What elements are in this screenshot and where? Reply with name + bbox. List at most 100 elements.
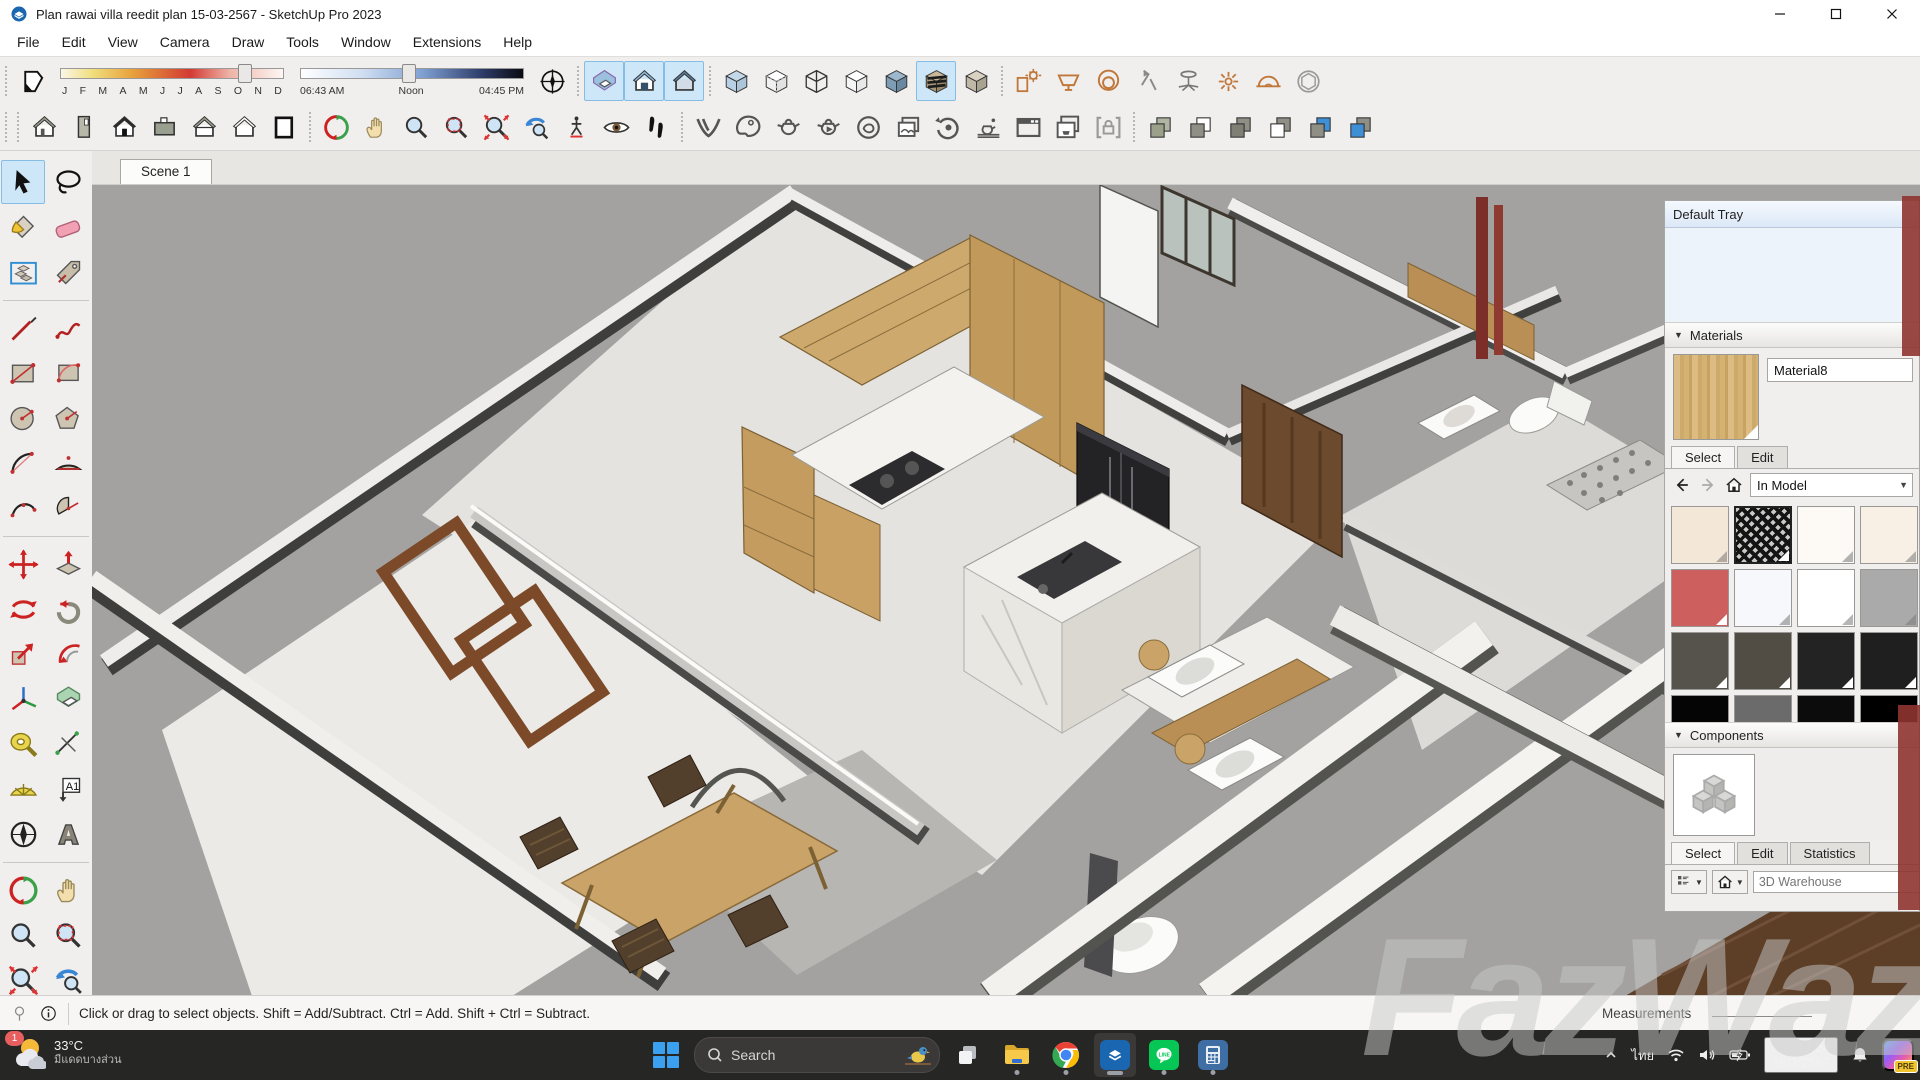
volume-icon[interactable] xyxy=(1698,1047,1716,1063)
rotated-rectangle-tool-button[interactable] xyxy=(46,351,90,395)
zoom-window-button[interactable] xyxy=(436,107,476,147)
language-switcher[interactable]: ไทย xyxy=(1631,1045,1654,1066)
lock-render-button[interactable] xyxy=(1088,107,1128,147)
style-shaded-button[interactable] xyxy=(876,61,916,101)
zoom-extents-button[interactable] xyxy=(476,107,516,147)
follow-me-tool-button[interactable] xyxy=(46,587,90,631)
components-tab-select[interactable]: Select xyxy=(1671,842,1735,864)
components-search-input[interactable] xyxy=(1753,871,1920,893)
freehand-tool-button[interactable] xyxy=(46,306,90,350)
measurements-input[interactable] xyxy=(1712,1016,1812,1017)
material-swatch-4[interactable] xyxy=(1860,506,1918,564)
toolbar-grip[interactable] xyxy=(681,112,683,142)
chevron-up-icon[interactable] xyxy=(1604,1048,1618,1062)
material-swatch-12[interactable] xyxy=(1860,632,1918,690)
material-swatch-5[interactable] xyxy=(1671,569,1729,627)
section-cuts-button[interactable] xyxy=(624,61,664,101)
tag-tool-button[interactable] xyxy=(46,250,90,294)
home-button[interactable] xyxy=(1723,474,1745,496)
view-right-button[interactable] xyxy=(144,107,184,147)
dimension-tool-button[interactable] xyxy=(46,722,90,766)
model-viewport[interactable] xyxy=(92,185,1920,996)
date-slider-handle[interactable] xyxy=(238,64,252,83)
render-button[interactable] xyxy=(768,107,808,147)
make-component-tool-button[interactable] xyxy=(1,250,45,294)
shadow-date-slider[interactable]: JFMAMJJASOND xyxy=(60,61,284,101)
toolbar-grip[interactable] xyxy=(17,112,19,142)
mesh-light-button[interactable] xyxy=(1288,61,1328,101)
shadow-settings-button[interactable] xyxy=(12,61,52,101)
toolbar-grip[interactable] xyxy=(1133,112,1135,142)
select-tool-button[interactable] xyxy=(1,160,45,204)
zoom-tool-button[interactable] xyxy=(1,913,45,957)
dome-light-button[interactable] xyxy=(1248,61,1288,101)
materials-tab-edit[interactable]: Edit xyxy=(1737,446,1787,468)
spot-light-button[interactable] xyxy=(1128,61,1168,101)
material-swatch-1[interactable] xyxy=(1671,506,1729,564)
style-monochrome-button[interactable] xyxy=(956,61,996,101)
maximize-button[interactable] xyxy=(1808,0,1864,28)
clock[interactable]: 17:24 16/3/2567 xyxy=(1764,1037,1838,1073)
menu-tools[interactable]: Tools xyxy=(275,31,330,53)
menu-file[interactable]: File xyxy=(6,31,51,53)
components-home-button[interactable]: ▼ xyxy=(1712,870,1748,894)
section-plane-display-button[interactable] xyxy=(584,61,624,101)
materials-tab-select[interactable]: Select xyxy=(1671,446,1735,468)
materials-section-header[interactable]: ▼ Materials xyxy=(1665,322,1919,348)
toolbar-grip[interactable] xyxy=(5,66,7,96)
menu-window[interactable]: Window xyxy=(330,31,402,53)
subtract-button[interactable] xyxy=(1260,107,1300,147)
line-tool-button[interactable] xyxy=(1,306,45,350)
taskbar-file-explorer-button[interactable] xyxy=(996,1033,1038,1077)
zoom-button[interactable] xyxy=(396,107,436,147)
battery-icon[interactable] xyxy=(1729,1048,1751,1062)
toolbar-grip[interactable] xyxy=(1001,66,1003,96)
materials-collection-dropdown[interactable]: In Model ▼ xyxy=(1750,473,1913,497)
scene-tab-1[interactable]: Scene 1 xyxy=(120,159,212,184)
zoom-previous-button[interactable] xyxy=(516,107,556,147)
protractor-tool-button[interactable] xyxy=(1,767,45,811)
component-thumbnail[interactable] xyxy=(1673,754,1755,836)
scale-tool-button[interactable] xyxy=(1,632,45,676)
material-swatch-15[interactable] xyxy=(1797,695,1855,722)
split-button[interactable] xyxy=(1340,107,1380,147)
components-tab-statistics[interactable]: Statistics xyxy=(1790,842,1870,864)
material-swatch-6[interactable] xyxy=(1734,569,1792,627)
weather-widget[interactable]: 1 33°C มีแดดบางส่วน xyxy=(8,1034,122,1072)
pan-button[interactable] xyxy=(356,107,396,147)
minimize-button[interactable] xyxy=(1752,0,1808,28)
orbit-tool-button[interactable] xyxy=(1,868,45,912)
style-xray-button[interactable] xyxy=(716,61,756,101)
view-options-button[interactable]: ▼ xyxy=(1671,870,1707,894)
toolbar-grip[interactable] xyxy=(709,66,711,96)
trim-button[interactable] xyxy=(1300,107,1340,147)
menu-draw[interactable]: Draw xyxy=(221,31,276,53)
shadow-time-slider[interactable]: 06:43 AM Noon 04:45 PM xyxy=(300,61,524,101)
info-icon[interactable] xyxy=(38,1004,58,1024)
arc-tool-button[interactable] xyxy=(1,441,45,485)
style-hidden-line-button[interactable] xyxy=(836,61,876,101)
menu-edit[interactable]: Edit xyxy=(51,31,97,53)
components-section-header[interactable]: ▼ Components xyxy=(1665,722,1919,748)
outer-shell-button[interactable] xyxy=(1140,107,1180,147)
copilot-button[interactable]: PRE xyxy=(1882,1039,1914,1071)
viewport-render-button[interactable] xyxy=(1048,107,1088,147)
ies-light-button[interactable] xyxy=(1168,61,1208,101)
pie-tool-button[interactable] xyxy=(46,486,90,530)
back-arrow-button[interactable] xyxy=(1671,474,1693,496)
material-name-field[interactable]: Material8 xyxy=(1767,358,1913,382)
move-tool-button[interactable] xyxy=(1,542,45,586)
taskbar-task-view-button[interactable] xyxy=(947,1033,989,1077)
taskbar-start-button[interactable] xyxy=(645,1033,687,1077)
view-iso-button[interactable] xyxy=(24,107,64,147)
frame-buffer-button[interactable] xyxy=(888,107,928,147)
menu-view[interactable]: View xyxy=(97,31,149,53)
union-button[interactable] xyxy=(1220,107,1260,147)
axes-tool-button[interactable] xyxy=(532,61,572,101)
close-button[interactable] xyxy=(1864,0,1920,28)
view-plan-button[interactable] xyxy=(264,107,304,147)
taskbar-sketchup-button[interactable] xyxy=(1094,1033,1136,1077)
forward-arrow-button[interactable] xyxy=(1697,474,1719,496)
menu-extensions[interactable]: Extensions xyxy=(402,31,492,53)
style-back-edges-button[interactable] xyxy=(756,61,796,101)
